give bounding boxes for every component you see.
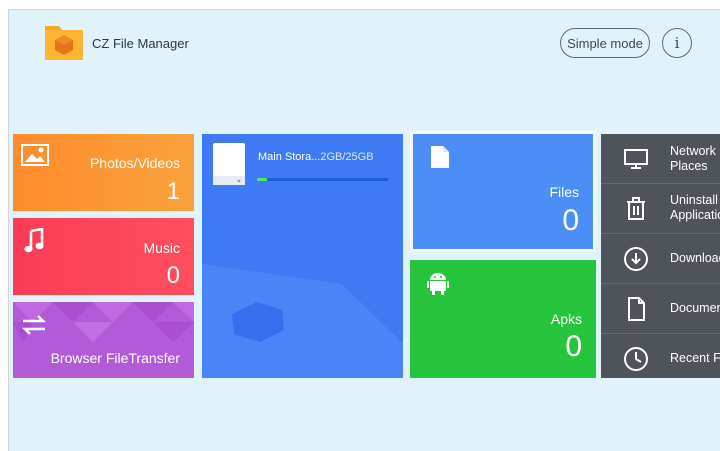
tile-photos-label: Photos/Videos [89,155,180,171]
shortcut-network-places[interactable]: Network Places [601,134,720,183]
shortcut-downloads[interactable]: Downloads [601,234,720,283]
shortcut-uninstall-line2: Applications [670,208,720,222]
storage-label: Main Stora... [258,151,321,163]
shortcut-network-line2: Places [670,159,708,173]
app-screen: CZ File Manager Simple mode i Photos/Vid… [8,9,720,451]
tile-transfer-label: Browser FileTransfer [50,350,180,366]
shortcut-panel: Network Places Uninstall Applications [601,134,720,378]
tile-music[interactable]: Music 0 [13,218,194,295]
android-icon [427,273,449,295]
storage-label-row: Main Stora...2GB/25GB [258,151,374,163]
shortcut-uninstall-applications[interactable]: Uninstall Applications [601,184,720,233]
storage-size: 2GB/25GB [320,151,374,163]
image-icon [21,144,49,166]
info-button[interactable]: i [662,28,692,58]
shortcut-recent-label: Recent Files [670,351,720,365]
shortcut-documents-label: Documents [670,301,720,315]
trash-icon [627,197,645,220]
music-note-icon [24,228,44,253]
simple-mode-button[interactable]: Simple mode [560,28,650,58]
hard-drive-icon [213,143,245,185]
shortcut-downloads-label: Downloads [670,251,720,265]
file-icon [431,146,449,168]
clock-icon [624,347,648,371]
storage-progress-track [257,178,388,181]
document-icon [628,297,645,321]
monitor-icon [624,149,648,169]
tile-photos-videos[interactable]: Photos/Videos 1 [13,134,194,211]
tile-files[interactable]: Files 0 [410,131,596,252]
tile-main-storage[interactable]: Main Stora...2GB/25GB [202,134,403,378]
app-title: CZ File Manager [92,36,189,51]
shortcut-uninstall-line1: Uninstall [670,193,718,207]
tile-music-count: 0 [166,262,180,289]
tile-files-count: 0 [562,204,579,237]
tile-apks[interactable]: Apks 0 [410,260,596,378]
storage-progress-fill [257,178,268,181]
shortcut-recent-files[interactable]: Recent Files [601,334,720,383]
tile-files-label: Files [549,184,579,200]
shortcut-uninstall-label: Uninstall Applications [670,193,720,223]
tile-apks-label: Apks [550,311,582,327]
app-logo-folder-icon [45,26,83,60]
tile-music-label: Music [143,240,180,256]
tile-browser-file-transfer[interactable]: Browser FileTransfer [13,302,194,378]
tile-apks-count: 0 [565,330,582,363]
shortcut-documents[interactable]: Documents [601,284,720,333]
shortcut-network-label: Network Places [670,144,716,174]
shortcut-network-line1: Network [670,144,716,158]
tile-photos-count: 1 [166,178,180,205]
swap-arrows-icon [21,315,47,335]
download-icon [624,247,648,271]
